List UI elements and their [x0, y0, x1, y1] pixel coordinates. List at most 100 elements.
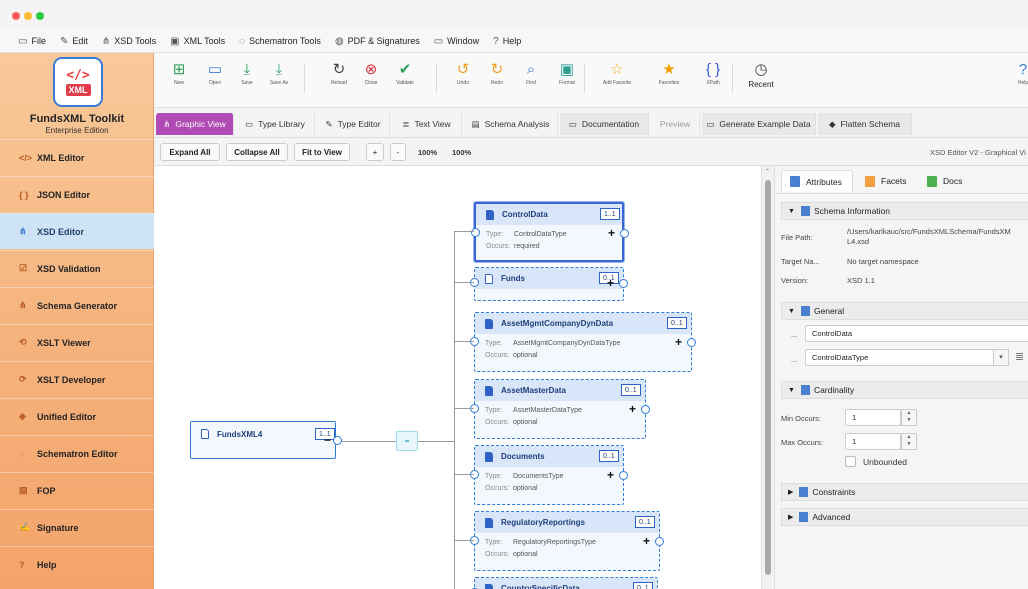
unbounded-checkbox[interactable] [845, 456, 856, 467]
canvas-vertical-scrollbar[interactable]: ⌃ [761, 166, 774, 589]
type-browse-icon[interactable]: ≣ [1015, 350, 1024, 363]
properties-tab-attributes[interactable]: Attributes [781, 170, 853, 192]
xpath-button[interactable]: { } XPath [696, 61, 730, 86]
tab-flatten-schema[interactable]: ◆ Flatten Schema [818, 113, 912, 135]
menu-item-xml-tools[interactable]: ▣ XML Tools [170, 36, 225, 47]
nav-xslt-viewer[interactable]: ⟲ XSLT Viewer [0, 324, 154, 360]
expand-icon[interactable]: + [607, 469, 614, 481]
nav-schematron-editor[interactable]: ◌ Schematron Editor [0, 435, 154, 471]
tab-preview[interactable]: Preview [651, 113, 700, 135]
menu-item-schematron-tools[interactable]: ◌ Schematron Tools [239, 36, 321, 47]
validate-button[interactable]: ✔ Validate [388, 61, 422, 86]
redo-button[interactable]: ↻ Redo [480, 61, 514, 86]
node-title: Documents [501, 452, 545, 461]
nav-help[interactable]: ? Help [0, 546, 154, 582]
expand-icon[interactable]: + [643, 535, 650, 547]
tab-documentation[interactable]: ▭ Documentation [560, 113, 649, 135]
expand-all-button[interactable]: Expand All [160, 143, 220, 161]
type-row: Type: DocumentsType [485, 471, 613, 483]
find-button[interactable]: ⌕ Find [514, 61, 548, 86]
schema-element-node[interactable]: Funds 0..1 + [470, 267, 628, 301]
element-name-input[interactable]: ControlData [805, 325, 1028, 342]
cardinality-section-header[interactable]: ▼ Cardinality [781, 381, 1028, 399]
edit-icon: ✎ [325, 118, 333, 129]
save-button[interactable]: ⤓ Save [230, 61, 264, 86]
maximize-window-icon[interactable] [36, 12, 44, 20]
max-occurs-stepper[interactable]: ▲ ▼ [901, 433, 917, 450]
fit-to-view-button[interactable]: Fit to View [294, 143, 350, 161]
close-window-icon[interactable] [12, 12, 20, 20]
reload-button[interactable]: ↻ Reload [322, 61, 356, 86]
tab-type-editor[interactable]: ✎ Type Editor [317, 113, 390, 135]
add-favorite-button[interactable]: ☆ Add Favorite [600, 61, 634, 86]
tab-graphic-view[interactable]: ⋔ Graphic View [156, 113, 234, 135]
name-label: ... [791, 330, 798, 339]
tab-generate-example[interactable]: ▭ Generate Example Data [702, 113, 816, 135]
check-circle-icon: ✔ [398, 61, 412, 78]
nav-json-editor[interactable]: { } JSON Editor [0, 176, 154, 212]
menu-item-file[interactable]: ▭ File [18, 36, 46, 47]
nav-signature[interactable]: ✍ Signature [0, 509, 154, 545]
schema-element-node[interactable]: ControlData 1..1 Type: ControlDataType Occur… [471, 202, 629, 262]
scrollbar-thumb[interactable] [765, 180, 771, 575]
nav-unified-editor[interactable]: ◈ Unified Editor [0, 398, 154, 434]
close-button[interactable]: ⊗ Close [354, 61, 388, 86]
expand-icon[interactable]: + [608, 227, 615, 239]
tab-schema-analysis[interactable]: ▤ Schema Analysis [464, 113, 558, 135]
chevron-down-icon[interactable]: ▾ [993, 349, 1009, 366]
menu-item-window[interactable]: ▭ Window [434, 36, 479, 47]
section-title: Advanced [812, 512, 851, 522]
schema-information-section-header[interactable]: ▼ Schema Information [781, 202, 1028, 220]
open-button[interactable]: ▭ Open [198, 61, 232, 86]
sequence-compositor[interactable] [396, 431, 418, 451]
min-occurs-stepper[interactable]: ▲ ▼ [901, 409, 917, 426]
max-occurs-input[interactable]: 1 [845, 433, 901, 450]
help-button[interactable]: ? Help [1014, 61, 1028, 86]
nav-xml-editor[interactable]: </> XML Editor [0, 139, 154, 175]
tab-text-view[interactable]: ≣ Text View [392, 113, 462, 135]
schema-element-node[interactable]: AssetMgmtCompanyDynData 0..1 Type: AssetMgm… [470, 312, 696, 372]
menu-item-pdf-signatures[interactable]: ◍ PDF & Signatures [335, 36, 420, 47]
occurs-value: optional [513, 352, 538, 359]
collapse-icon[interactable]: − [324, 434, 331, 446]
expand-icon[interactable]: + [629, 403, 636, 415]
properties-tab-facets[interactable]: Facets [857, 170, 915, 192]
menu-item-xsd-tools[interactable]: ⋔ XSD Tools [102, 36, 156, 47]
save-as-button[interactable]: ⤓ Save As [262, 61, 296, 86]
nav-xslt-developer[interactable]: ⟳ XSLT Developer [0, 361, 154, 397]
schema-element-node[interactable]: Documents 0..1 Type: DocumentsType Occurs: op… [470, 445, 628, 505]
schema-element-node[interactable]: CountrySpecificData0..1+ [470, 577, 658, 589]
recent-button[interactable]: ◷ Recent [744, 61, 778, 89]
nav-xsd-validation[interactable]: ☑ XSD Validation [0, 250, 154, 286]
schema-element-node[interactable]: AssetMasterData 0..1 Type: AssetMasterDataT… [470, 379, 650, 439]
general-section-header[interactable]: ▼ General [781, 302, 1028, 320]
menu-item-help[interactable]: ? Help [493, 36, 521, 47]
collapse-all-button[interactable]: Collapse All [226, 143, 288, 161]
min-occurs-input[interactable]: 1 [845, 409, 901, 426]
favorites-button[interactable]: ★ Favorites [652, 61, 686, 86]
zoom-in-button[interactable]: + [366, 143, 384, 161]
element-type-select[interactable]: ControlDataType [805, 349, 995, 366]
nav-item-label: FOP [37, 485, 56, 496]
schema-element-node[interactable]: RegulatoryReportings 0..1 Type: RegulatoryR… [470, 511, 664, 571]
minimize-window-icon[interactable] [24, 12, 32, 20]
nav-item-label: XSD Validation [37, 263, 101, 274]
constraints-section-header[interactable]: ▶ Constraints [781, 483, 1028, 501]
zoom-out-button[interactable]: - [390, 143, 406, 161]
format-button[interactable]: ▣ Format [550, 61, 584, 86]
reload-icon: ↻ [332, 61, 346, 78]
new-button[interactable]: ⊞ New [162, 61, 196, 86]
undo-button[interactable]: ↺ Undo [446, 61, 480, 86]
nav-fop[interactable]: ▤ FOP [0, 472, 154, 508]
advanced-section-header[interactable]: ▶ Advanced [781, 508, 1028, 526]
expand-icon[interactable]: + [607, 277, 614, 289]
expand-icon[interactable]: + [675, 336, 682, 348]
scroll-up-icon[interactable]: ⌃ [765, 168, 770, 175]
root-element-node[interactable]: FundsXML4 1..1 − [190, 421, 342, 459]
menu-item-edit[interactable]: ✎ Edit [60, 36, 88, 47]
properties-tab-docs[interactable]: Docs [919, 170, 975, 192]
nav-schema-generator[interactable]: ⋔ Schema Generator [0, 287, 154, 323]
tab-type-library[interactable]: ▭ Type Library [236, 113, 315, 135]
nav-xsd-editor[interactable]: ⋔ XSD Editor [0, 213, 154, 249]
schema-graph-canvas[interactable]: FundsXML4 1..1 − ControlData 1..1 Type: Con… [154, 166, 774, 589]
